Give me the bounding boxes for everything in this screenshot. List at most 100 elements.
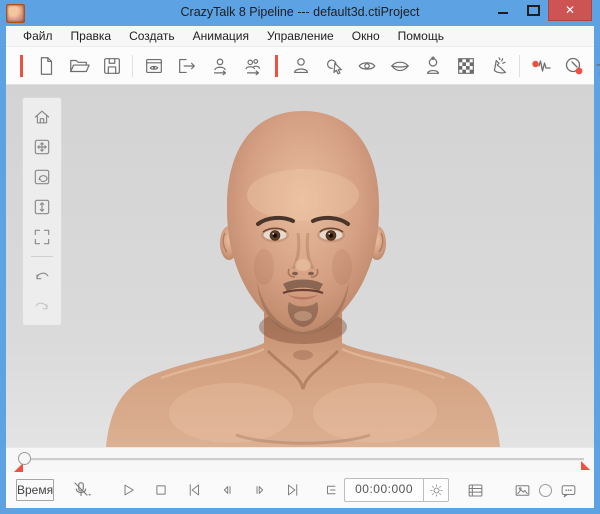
face-puppet-button[interactable]: [557, 51, 590, 81]
time-display[interactable]: 00:00:000: [345, 479, 423, 501]
play-icon: [119, 481, 137, 499]
head-button[interactable]: [416, 51, 449, 81]
import-group-icon: [242, 55, 264, 77]
tool-panel-divider: [31, 256, 53, 257]
open-project-button[interactable]: [62, 51, 95, 81]
app-window: CrazyTalk 8 Pipeline --- default3d.ctiPr…: [0, 0, 600, 514]
rotate-tool-button[interactable]: [27, 162, 57, 191]
menu-create[interactable]: Создать: [120, 27, 184, 45]
actor-icon: [290, 55, 312, 77]
playback-control-bar: Время: [6, 472, 594, 508]
redo-icon: [32, 297, 52, 317]
menu-edit[interactable]: Правка: [62, 27, 121, 45]
close-button[interactable]: ✕: [548, 0, 592, 21]
new-document-icon: [35, 55, 57, 77]
step-back-icon: [218, 481, 236, 499]
menu-bar: Файл Правка Создать Анимация Управление …: [6, 26, 594, 47]
maximize-button[interactable]: [518, 0, 548, 19]
light-lamp-icon: [488, 55, 510, 77]
import-actor-icon: [209, 55, 231, 77]
menu-animation[interactable]: Анимация: [184, 27, 258, 45]
playhead-knob[interactable]: [18, 452, 31, 465]
minimize-button[interactable]: [488, 0, 518, 19]
go-to-end-button[interactable]: [280, 477, 305, 503]
import-actor-button[interactable]: [203, 51, 236, 81]
play-button[interactable]: [115, 477, 140, 503]
timeline-slider-row: [6, 447, 594, 472]
time-settings-button[interactable]: [423, 479, 448, 501]
fit-screen-icon: [32, 227, 52, 247]
menu-manage[interactable]: Управление: [258, 27, 343, 45]
rotate-icon: [32, 167, 52, 187]
caption-button[interactable]: [556, 477, 581, 503]
import-actor-group-button[interactable]: [236, 51, 269, 81]
actor-model[interactable]: [6, 85, 594, 447]
record-options-button[interactable]: [68, 477, 93, 503]
range-end-marker[interactable]: [581, 461, 590, 470]
vertical-resize-icon: [32, 197, 52, 217]
select-button[interactable]: [317, 51, 350, 81]
stop-button[interactable]: [148, 477, 173, 503]
client-area: Файл Правка Создать Анимация Управление …: [6, 26, 594, 508]
image-opacity-knob[interactable]: [539, 484, 552, 497]
title-bar: CrazyTalk 8 Pipeline --- default3d.ctiPr…: [0, 0, 600, 26]
menu-window[interactable]: Окно: [343, 27, 389, 45]
time-mode-button[interactable]: Время: [16, 479, 54, 501]
toolbar-divider: [519, 55, 520, 77]
export-button[interactable]: [170, 51, 203, 81]
caption-bubble-icon: [559, 481, 578, 500]
home-view-button[interactable]: [27, 102, 57, 131]
microphone-muted-icon: [70, 479, 92, 501]
fit-view-button[interactable]: [27, 222, 57, 251]
actor-button[interactable]: [284, 51, 317, 81]
toolbar-group-marker: [275, 55, 278, 77]
timeline-track[interactable]: [30, 458, 584, 461]
toolbar-divider: [132, 55, 133, 77]
undo-button[interactable]: [27, 262, 57, 291]
viewport-3d[interactable]: [6, 85, 594, 447]
scale-vertical-tool-button[interactable]: [27, 192, 57, 221]
export-icon: [176, 55, 198, 77]
time-display-group: 00:00:000: [344, 478, 449, 502]
record-voice-button[interactable]: [524, 51, 557, 81]
home-icon: [32, 107, 52, 127]
minimize-icon: [498, 12, 508, 14]
skip-start-icon: [185, 481, 203, 499]
select-cursor-icon: [323, 55, 345, 77]
preview-window-icon: [143, 55, 165, 77]
eyes-button[interactable]: [350, 51, 383, 81]
auto-motion-button[interactable]: AUTO: [590, 51, 600, 81]
atmosphere-light-button[interactable]: [482, 51, 515, 81]
voice-waveform-icon: [529, 54, 553, 78]
menu-file[interactable]: Файл: [14, 27, 62, 45]
maximize-icon: [527, 5, 540, 16]
stop-icon: [152, 481, 170, 499]
step-backward-button[interactable]: [214, 477, 239, 503]
head-bust-icon: [422, 55, 444, 77]
image-opacity-low-button[interactable]: [510, 477, 535, 503]
save-project-button[interactable]: [95, 51, 128, 81]
mouth-button[interactable]: [383, 51, 416, 81]
menu-help[interactable]: Помощь: [389, 27, 453, 45]
track-list-button[interactable]: [463, 477, 488, 503]
track-list-icon: [466, 481, 485, 500]
frame-mode-icon: [323, 481, 341, 499]
go-to-start-button[interactable]: [181, 477, 206, 503]
redo-button[interactable]: [27, 292, 57, 321]
preview-button[interactable]: [137, 51, 170, 81]
background-button[interactable]: [449, 51, 482, 81]
main-toolbar: AUTO: [6, 47, 594, 85]
skip-end-icon: [284, 481, 302, 499]
step-forward-button[interactable]: [247, 477, 272, 503]
frame-time-toggle-button[interactable]: [319, 477, 344, 503]
lips-icon: [389, 55, 411, 77]
save-floppy-icon: [101, 55, 123, 77]
new-project-button[interactable]: [29, 51, 62, 81]
step-forward-icon: [251, 481, 269, 499]
image-icon: [513, 481, 532, 500]
close-icon: ✕: [565, 3, 575, 17]
face-edit-icon: [562, 54, 586, 78]
move-tool-button[interactable]: [27, 132, 57, 161]
undo-icon: [32, 267, 52, 287]
checkerboard-icon: [455, 55, 477, 77]
